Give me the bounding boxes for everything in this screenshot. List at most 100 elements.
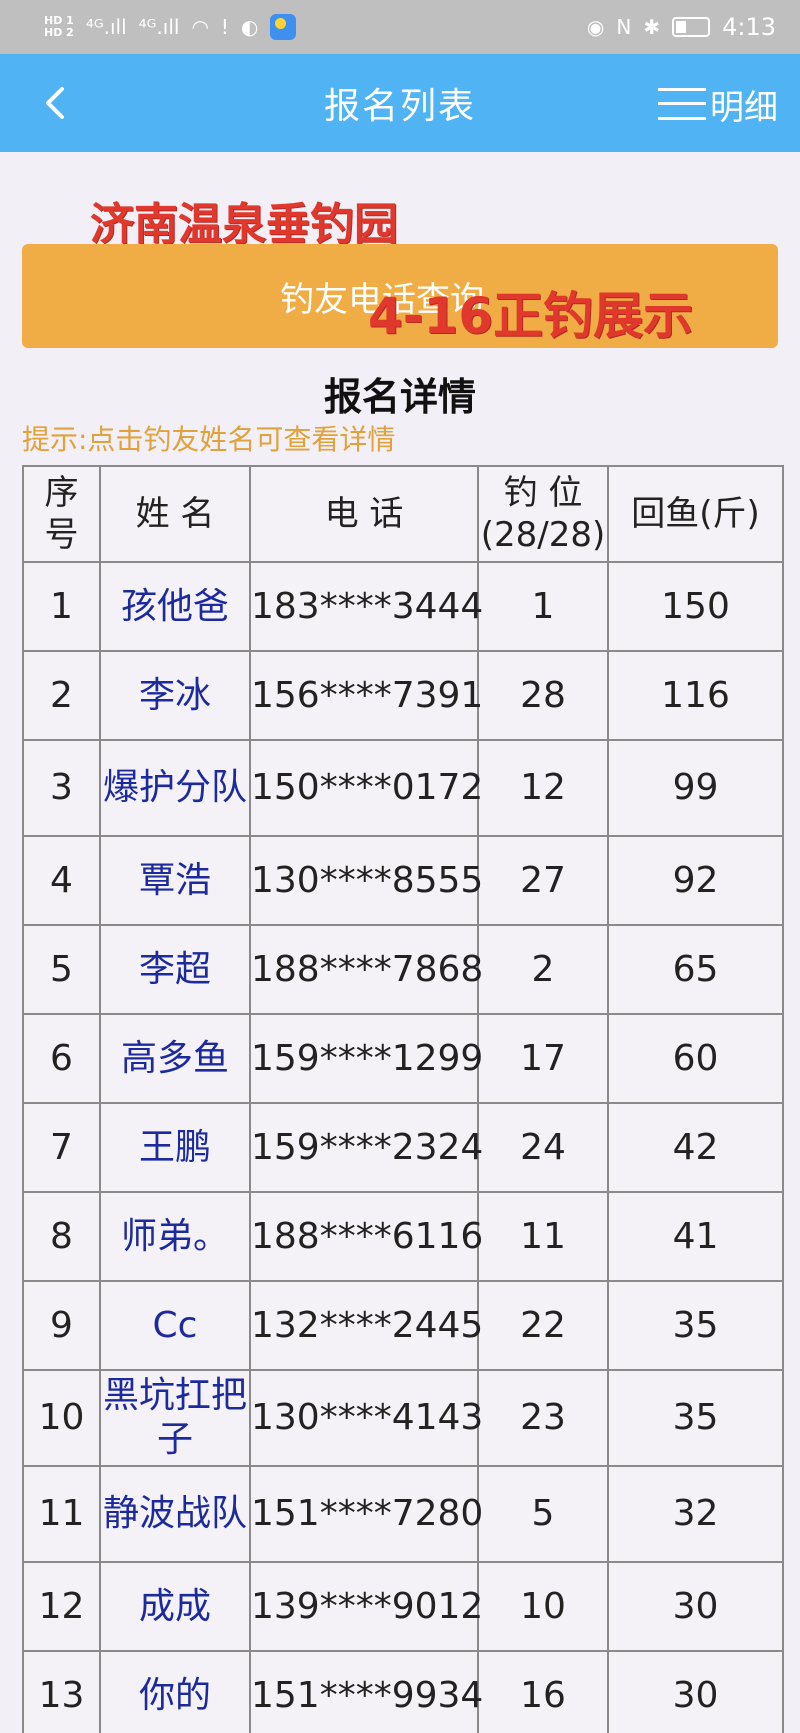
row-number: 4 [22, 835, 101, 926]
angler-name-link[interactable]: 覃浩 [99, 835, 251, 926]
hint-text: 提示:点击钓友姓名可查看详情 [22, 423, 396, 456]
angler-name-link[interactable]: Cc [99, 1280, 251, 1371]
table-row: 7 王鹏 159****2324 24 42 [22, 1102, 784, 1193]
seat-cell: 16 [477, 1650, 609, 1733]
battery-icon [672, 17, 711, 37]
header-seat: 钓 位 (28/28) [477, 465, 609, 563]
page-title: 报名列表 [323, 86, 476, 127]
header-phone: 电 话 [249, 465, 479, 563]
header-name: 姓 名 [99, 465, 251, 563]
seat-cell: 22 [477, 1280, 609, 1371]
detail-button[interactable]: 明细 [658, 78, 778, 130]
signal-icon-1: ⁴ᴳ.ıll [85, 15, 127, 39]
row-number: 11 [22, 1465, 101, 1563]
seat-cell: 5 [477, 1465, 609, 1563]
angler-name-link[interactable]: 王鹏 [99, 1102, 251, 1193]
catch-weight-cell: 35 [607, 1369, 784, 1467]
angler-name-link[interactable]: 成成 [99, 1561, 251, 1652]
seat-cell: 1 [477, 561, 609, 652]
catch-weight-cell: 65 [607, 924, 784, 1015]
seat-cell: 10 [477, 1561, 609, 1652]
table-row: 9 Cc 132****2445 22 35 [22, 1280, 784, 1371]
eye-icon: ◉ [586, 15, 605, 39]
catch-weight-cell: 116 [607, 650, 784, 741]
table-row: 6 高多鱼 159****1299 17 60 [22, 1013, 784, 1104]
table-header-row: 序号 姓 名 电 话 钓 位 (28/28) 回鱼(斤) [22, 465, 784, 563]
hd-indicator: HD 1 HD 2 [44, 15, 74, 39]
seat-cell: 28 [477, 650, 609, 741]
hd2-label: HD 2 [44, 26, 74, 39]
chat-icon: ◐ [240, 15, 259, 39]
table-row: 13 你的 151****9934 16 30 [22, 1650, 784, 1733]
table-row: 10 黑坑扛把子 130****4143 23 35 [22, 1369, 784, 1467]
row-number: 12 [22, 1561, 101, 1652]
wifi-icon: ◠ [191, 15, 209, 39]
angler-name-link[interactable]: 黑坑扛把子 [99, 1369, 251, 1467]
row-number: 5 [22, 924, 101, 1015]
app-header: 报名列表 明细 [0, 54, 800, 152]
phone-cell: 151****9934 [249, 1650, 483, 1733]
header-seat-count: (28/28) [480, 515, 606, 555]
signup-table: 序号 姓 名 电 话 钓 位 (28/28) 回鱼(斤) 1 孩他爸 183****… [22, 465, 784, 1733]
table-row: 3 爆护分队 150****0172 12 99 [22, 739, 784, 837]
catch-weight-cell: 60 [607, 1013, 784, 1104]
row-number: 2 [22, 650, 101, 741]
seat-cell: 23 [477, 1369, 609, 1467]
catch-weight-cell: 30 [607, 1650, 784, 1733]
section-title: 报名详情 [323, 375, 476, 419]
menu-icon [658, 84, 706, 124]
catch-weight-cell: 41 [607, 1191, 784, 1282]
header-fish: 回鱼(斤) [607, 465, 784, 563]
seat-cell: 27 [477, 835, 609, 926]
angler-name-link[interactable]: 高多鱼 [99, 1013, 251, 1104]
status-bar: HD 1 HD 2 ⁴ᴳ.ıll ⁴ᴳ.ıll ◠ ! ◐ ◉ N ✱ 4:13 [0, 0, 800, 54]
clock: 4:13 [722, 13, 776, 41]
angler-name-link[interactable]: 李冰 [99, 650, 251, 741]
row-number: 3 [22, 739, 101, 837]
phone-cell: 130****8555 [249, 835, 483, 926]
row-number: 9 [22, 1280, 101, 1371]
phone-cell: 188****7868 [249, 924, 483, 1015]
status-right: ◉ N ✱ 4:13 [587, 13, 776, 41]
seat-cell: 17 [477, 1013, 609, 1104]
catch-weight-cell: 99 [607, 739, 784, 837]
back-button[interactable] [30, 76, 80, 130]
row-number: 13 [22, 1650, 101, 1733]
detail-label: 明细 [710, 87, 778, 128]
angler-name-link[interactable]: 师弟。 [99, 1191, 251, 1282]
row-number: 6 [22, 1013, 101, 1104]
table-row: 1 孩他爸 183****3444 1 150 [22, 561, 784, 652]
chevron-left-icon [46, 87, 64, 119]
nfc-icon: N [616, 15, 632, 39]
row-number: 8 [22, 1191, 101, 1282]
angler-name-link[interactable]: 李超 [99, 924, 251, 1015]
catch-weight-cell: 92 [607, 835, 784, 926]
table-row: 4 覃浩 130****8555 27 92 [22, 835, 784, 926]
table-row: 2 李冰 156****7391 28 116 [22, 650, 784, 741]
angler-name-link[interactable]: 爆护分队 [99, 739, 251, 837]
table-row: 11 静波战队 151****7280 5 32 [22, 1465, 784, 1563]
phone-cell: 188****6116 [249, 1191, 483, 1282]
catch-weight-cell: 35 [607, 1280, 784, 1371]
phone-cell: 130****4143 [249, 1369, 483, 1467]
header-seat-label: 钓 位 [503, 473, 583, 513]
seat-cell: 11 [477, 1191, 609, 1282]
bluetooth-icon: ✱ [643, 15, 661, 39]
alert-icon: ! [220, 15, 229, 39]
phone-cell: 159****2324 [249, 1102, 483, 1193]
angler-name-link[interactable]: 孩他爸 [99, 561, 251, 652]
angler-name-link[interactable]: 你的 [99, 1650, 251, 1733]
table-row: 8 师弟。 188****6116 11 41 [22, 1191, 784, 1282]
row-number: 10 [22, 1369, 101, 1467]
phone-cell: 132****2445 [249, 1280, 483, 1371]
table-row: 12 成成 139****9012 10 30 [22, 1561, 784, 1652]
table-row: 5 李超 188****7868 2 65 [22, 924, 784, 1015]
phone-cell: 156****7391 [249, 650, 483, 741]
status-left: HD 1 HD 2 ⁴ᴳ.ıll ⁴ᴳ.ıll ◠ ! ◐ [44, 14, 297, 40]
catch-weight-cell: 42 [607, 1102, 784, 1193]
phone-cell: 139****9012 [249, 1561, 483, 1652]
row-number: 7 [22, 1102, 101, 1193]
angler-name-link[interactable]: 静波战队 [99, 1465, 251, 1563]
weather-icon [270, 14, 297, 40]
catch-weight-cell: 150 [607, 561, 784, 652]
